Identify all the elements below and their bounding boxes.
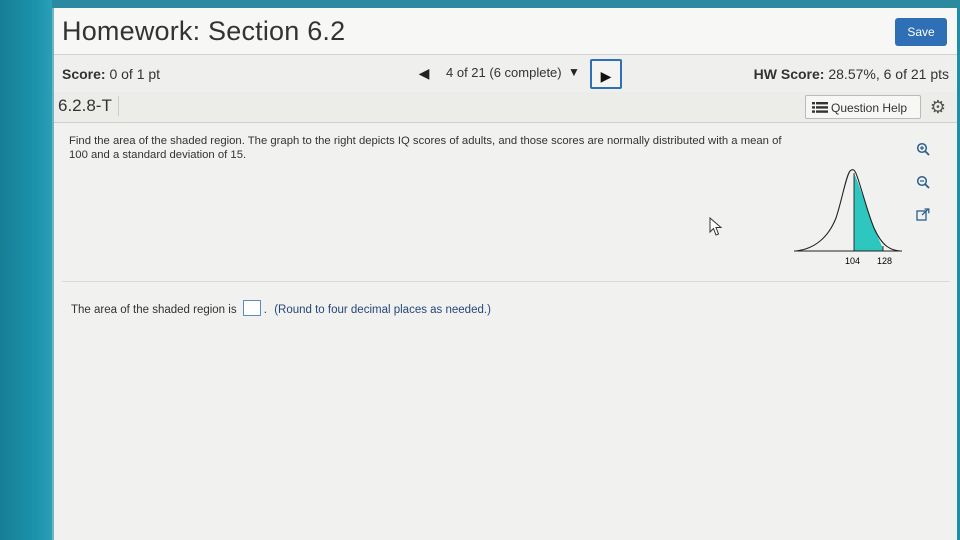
question-score: Score: 0 of 1 pt [62,66,160,82]
save-button[interactable]: Save [895,18,947,46]
gear-icon[interactable]: ⚙ [929,98,947,116]
next-question-button[interactable]: ▶ [590,59,622,89]
hw-score: HW Score: 28.57%, 6 of 21 pts [754,66,949,82]
normal-distribution-graph: 104 128 [794,169,902,266]
hw-score-value: 28.57%, 6 of 21 pts [828,66,949,82]
question-dropdown-button[interactable]: ▼ [568,65,580,79]
triangle-right-icon: ▶ [600,68,612,84]
question-help-label: Question Help [831,101,908,115]
section-divider [62,281,950,282]
score-value: 0 of 1 pt [109,66,161,82]
answer-prompt: The area of the shaded region is [71,304,237,316]
zoom-in-glyph [916,142,930,156]
zoom-out-icon[interactable] [914,175,932,193]
page-title: Homework: Section 6.2 [62,16,346,46]
mouse-cursor-icon [709,217,723,236]
tick-label-128: 128 [877,256,892,266]
score-label: Score: [62,66,106,82]
answer-input[interactable] [242,300,261,316]
zoom-out-glyph [916,175,930,189]
hw-score-label: HW Score: [753,66,825,82]
question-bar: 6.2.8-T Question Help ⚙ [54,92,957,123]
score-bar: Score: 0 of 1 pt ◀ 4 of 21 (6 complete) … [54,54,957,94]
normal-curve [795,169,901,252]
zoom-in-icon[interactable] [914,142,932,160]
caret-down-icon: ▼ [568,65,580,79]
question-text: Find the area of the shaded region. The … [69,135,782,161]
question-id: 6.2.8-T [58,96,119,116]
monitor-bezel-left [0,0,52,540]
monitor-bezel-top [0,0,960,8]
previous-question-button[interactable]: ◀ [416,65,432,81]
popout-icon[interactable] [914,208,932,226]
triangle-left-icon: ◀ [418,65,430,81]
homework-header: Homework: Section 6.2 Save [54,8,957,54]
question-navigation-status[interactable]: 4 of 21 (6 complete) [446,65,562,80]
answer-row: The area of the shaded region is . (Roun… [71,300,491,316]
list-icon [812,102,828,113]
popout-glyph [916,208,930,221]
homework-page: Homework: Section 6.2 Save Score: 0 of 1… [52,8,957,540]
answer-hint: (Round to four decimal places as needed.… [274,304,491,316]
question-help-button[interactable]: Question Help [805,95,921,119]
tick-label-104: 104 [845,256,860,266]
